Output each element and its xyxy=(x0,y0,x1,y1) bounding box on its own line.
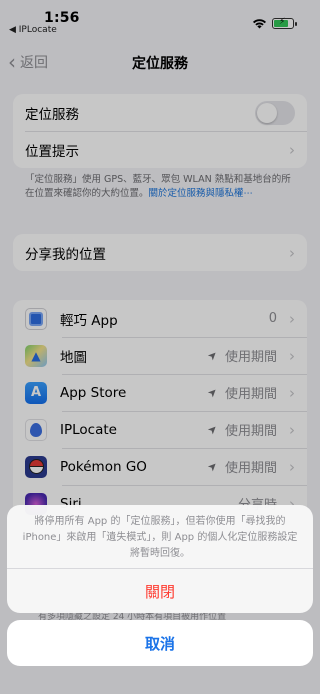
action-sheet-message: 將停用所有 App 的「定位服務」，但若你使用「尋找我的iPhone」來啟用「遺… xyxy=(22,516,298,559)
cancel-button[interactable]: 取消 xyxy=(7,620,313,666)
turn-off-button[interactable]: 關閉 xyxy=(7,569,313,613)
action-sheet: 將停用所有 App 的「定位服務」，但若你使用「尋找我的iPhone」來啟用「遺… xyxy=(7,505,313,613)
